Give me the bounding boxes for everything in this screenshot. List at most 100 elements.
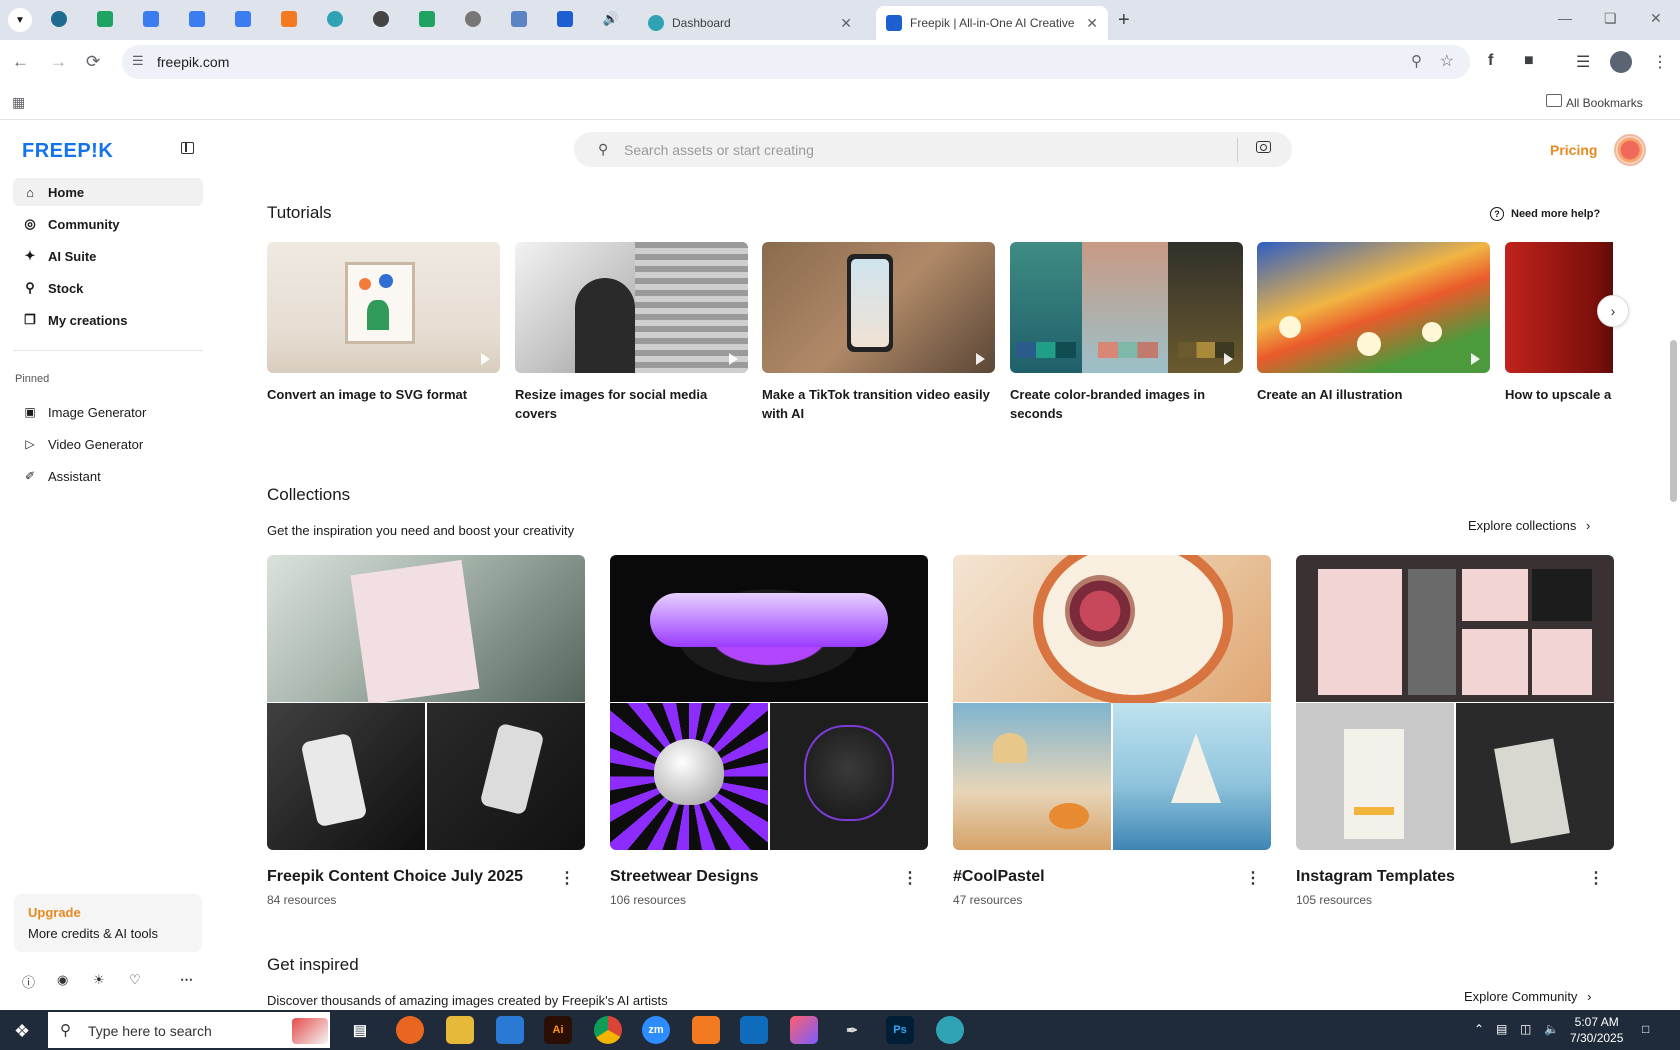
tutorial-card[interactable]: Resize images for social media covers bbox=[515, 242, 748, 423]
taskbar-clock[interactable]: 5:07 AM 7/30/2025 bbox=[1570, 1014, 1623, 1046]
camera-search-icon[interactable] bbox=[1256, 141, 1271, 153]
collection-more-options-icon[interactable]: ⋮ bbox=[559, 868, 575, 888]
minimize-button[interactable]: — bbox=[1558, 10, 1572, 26]
asset-search-bar[interactable]: ⚲ bbox=[574, 132, 1292, 167]
tutorial-card[interactable]: Create color-branded images in seconds bbox=[1010, 242, 1243, 423]
tutorial-thumbnail bbox=[515, 242, 748, 373]
sidebar-item-my-creations[interactable]: ❐ My creations bbox=[13, 306, 203, 334]
windows-start-icon[interactable]: ❖ bbox=[14, 1021, 30, 1042]
explore-community-link[interactable]: Explore Community › bbox=[1464, 989, 1591, 1004]
freepik-logo[interactable]: FREEP!K bbox=[22, 140, 113, 163]
sidebar-item-community[interactable]: ◎ Community bbox=[13, 210, 203, 238]
theme-sun-icon[interactable]: ☀ bbox=[93, 972, 105, 988]
tutorial-card[interactable]: Create an AI illustration bbox=[1257, 242, 1490, 404]
dashboard-app-icon[interactable] bbox=[936, 1016, 964, 1044]
pinned-tab-grid[interactable] bbox=[508, 8, 530, 30]
tutorial-card-partial[interactable]: How to upscale a v bbox=[1505, 242, 1613, 422]
url-text[interactable]: freepik.com bbox=[157, 54, 229, 70]
collapse-sidebar-icon[interactable] bbox=[181, 142, 194, 154]
tab-search-icon[interactable]: ▼ bbox=[8, 8, 32, 32]
pinned-tab-audio[interactable]: 🔊 bbox=[600, 8, 622, 30]
volume-icon[interactable]: 🔈 bbox=[1544, 1022, 1559, 1036]
pinned-tab-6[interactable] bbox=[324, 8, 346, 30]
pinned-tab-sheets-2[interactable] bbox=[416, 8, 438, 30]
scrollbar-thumb[interactable] bbox=[1670, 340, 1677, 502]
collection-more-options-icon[interactable]: ⋮ bbox=[902, 868, 918, 888]
pen-tool-icon[interactable]: ✒ bbox=[838, 1016, 866, 1044]
file-explorer-icon[interactable] bbox=[446, 1016, 474, 1044]
browser-menu-icon[interactable]: ⋮ bbox=[1652, 52, 1668, 72]
upgrade-card[interactable]: Upgrade More credits & AI tools bbox=[14, 894, 202, 952]
vscode-app-icon[interactable] bbox=[496, 1016, 524, 1044]
bookmark-star-icon[interactable]: ☆ bbox=[1440, 51, 1454, 71]
notifications-icon[interactable]: □ bbox=[1642, 1022, 1649, 1036]
pinned-tab-freepik[interactable] bbox=[554, 8, 576, 30]
reload-icon[interactable]: ⟳ bbox=[86, 52, 100, 72]
address-bar[interactable]: ☰ freepik.com ⚲ ☆ bbox=[122, 45, 1470, 79]
outlook-app-icon[interactable] bbox=[740, 1016, 768, 1044]
pinned-tab-globe[interactable] bbox=[462, 8, 484, 30]
pinned-tab-docs-2[interactable] bbox=[186, 8, 208, 30]
extension-font-icon[interactable]: f bbox=[1488, 52, 1493, 70]
collection-card[interactable]: Freepik Content Choice July 2025 84 reso… bbox=[267, 555, 585, 907]
forward-arrow-icon[interactable]: → bbox=[50, 52, 67, 72]
restore-button[interactable]: ❏ bbox=[1604, 10, 1617, 27]
discord-icon[interactable]: ◉ bbox=[57, 972, 68, 988]
pinned-tab-sheets[interactable] bbox=[94, 8, 116, 30]
close-tab-icon[interactable]: ✕ bbox=[840, 15, 852, 32]
tab-freepik[interactable]: Freepik | All-in-One AI Creative ✕ bbox=[876, 6, 1108, 40]
creative-cloud-icon[interactable] bbox=[790, 1016, 818, 1044]
collection-more-options-icon[interactable]: ⋮ bbox=[1245, 868, 1261, 888]
tab-dashboard[interactable]: Dashboard ✕ bbox=[638, 6, 862, 40]
collection-card[interactable]: Instagram Templates 105 resources ⋮ bbox=[1296, 555, 1614, 907]
tray-app-icon[interactable]: ▤ bbox=[1496, 1022, 1507, 1036]
pinned-item-image-generator[interactable]: ▣ Image Generator bbox=[13, 398, 203, 426]
task-view-icon[interactable]: ▤ bbox=[346, 1016, 374, 1044]
illustrator-app-icon[interactable]: Ai bbox=[544, 1016, 572, 1044]
pinned-tab-docs-1[interactable] bbox=[140, 8, 162, 30]
pinned-tab-1[interactable] bbox=[48, 8, 70, 30]
apps-grid-icon[interactable]: ▦ bbox=[12, 94, 25, 111]
close-tab-icon[interactable]: ✕ bbox=[1086, 15, 1098, 32]
pinned-item-video-generator[interactable]: ▷ Video Generator bbox=[13, 430, 203, 458]
pricing-link[interactable]: Pricing bbox=[1550, 142, 1597, 158]
user-avatar[interactable] bbox=[1614, 134, 1646, 166]
sidebar-item-home[interactable]: ⌂ Home bbox=[13, 178, 203, 206]
site-info-icon[interactable]: ☰ bbox=[132, 53, 144, 69]
pinned-tab-openai[interactable] bbox=[370, 8, 392, 30]
back-arrow-icon[interactable]: ← bbox=[12, 52, 29, 72]
xampp-app-icon[interactable] bbox=[692, 1016, 720, 1044]
pinned-item-assistant[interactable]: ✐ Assistant bbox=[13, 462, 203, 490]
extensions-puzzle-icon[interactable]: ■ bbox=[1524, 52, 1534, 70]
search-input[interactable] bbox=[624, 140, 1224, 160]
zoom-icon[interactable]: ⚲ bbox=[1411, 52, 1422, 70]
photoshop-app-icon[interactable]: Ps bbox=[886, 1016, 914, 1044]
tray-overflow-icon[interactable]: ⌃ bbox=[1474, 1022, 1484, 1036]
profile-avatar[interactable] bbox=[1610, 51, 1632, 73]
new-tab-button[interactable]: + bbox=[1118, 9, 1130, 32]
firefox-app-icon[interactable] bbox=[396, 1016, 424, 1044]
close-window-button[interactable]: ✕ bbox=[1650, 10, 1662, 27]
sidebar-item-ai-suite[interactable]: ✦ AI Suite bbox=[13, 242, 203, 270]
more-options-icon[interactable]: ⋯ bbox=[180, 972, 193, 988]
media-controls-icon[interactable]: ☰ bbox=[1576, 52, 1590, 72]
pinned-tab-docs-3[interactable] bbox=[232, 8, 254, 30]
help-icon[interactable]: ⓘ bbox=[22, 972, 35, 991]
notifications-bell-icon[interactable]: ♡ bbox=[129, 972, 141, 988]
page-scrollbar[interactable] bbox=[1668, 122, 1680, 1008]
collection-more-options-icon[interactable]: ⋮ bbox=[1588, 868, 1604, 888]
need-more-help-link[interactable]: ? Need more help? bbox=[1490, 207, 1600, 221]
taskbar-search-box[interactable]: ⚲ Type here to search bbox=[48, 1012, 330, 1048]
explore-collections-link[interactable]: Explore collections › bbox=[1468, 518, 1590, 533]
pinned-tab-xampp[interactable] bbox=[278, 8, 300, 30]
sidebar-item-stock[interactable]: ⚲ Stock bbox=[13, 274, 203, 302]
zoom-app-icon[interactable]: zm bbox=[642, 1016, 670, 1044]
all-bookmarks-link[interactable]: All Bookmarks bbox=[1566, 96, 1643, 110]
tutorial-card[interactable]: Make a TikTok transition video easily wi… bbox=[762, 242, 995, 423]
tutorial-card[interactable]: Convert an image to SVG format bbox=[267, 242, 500, 404]
chrome-app-icon[interactable] bbox=[594, 1016, 622, 1044]
collection-card[interactable]: #CoolPastel 47 resources ⋮ bbox=[953, 555, 1271, 907]
carousel-next-button[interactable]: › bbox=[1597, 295, 1629, 327]
collection-card[interactable]: Streetwear Designs 106 resources ⋮ bbox=[610, 555, 928, 907]
network-icon[interactable]: ◫ bbox=[1520, 1022, 1531, 1036]
